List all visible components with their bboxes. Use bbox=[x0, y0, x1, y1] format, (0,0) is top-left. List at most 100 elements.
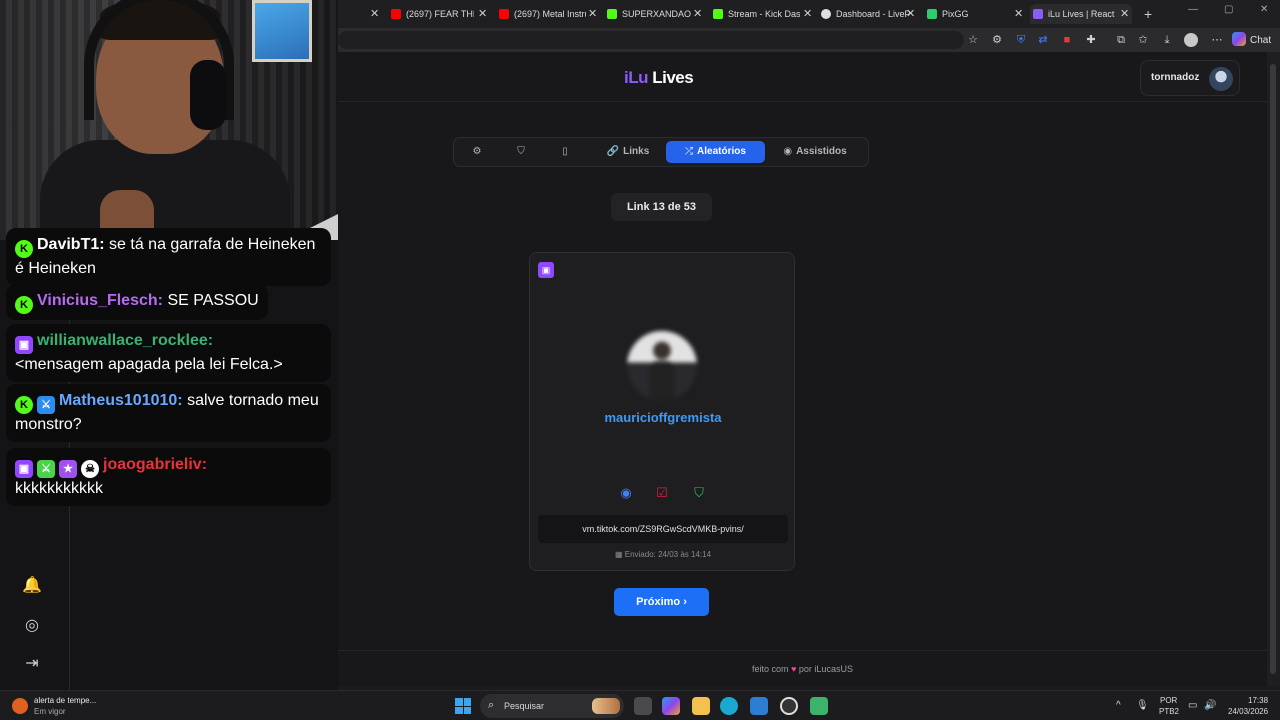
search-icon: ⌕ bbox=[488, 699, 495, 711]
profile-icon[interactable] bbox=[1184, 33, 1198, 47]
star-icon[interactable]: ☆ bbox=[966, 33, 980, 47]
app-logo[interactable]: iLu Lives bbox=[624, 68, 694, 88]
more-options-icon[interactable]: ⋯ bbox=[1210, 33, 1224, 47]
twitch-badge-icon: ▣ bbox=[15, 460, 33, 478]
lifebuoy-icon[interactable]: ◎ bbox=[22, 616, 42, 636]
split-screen-icon[interactable]: ⧉ bbox=[1114, 33, 1128, 47]
tab-links[interactable]: 🔗 Links bbox=[600, 141, 656, 163]
username: tornnadoz bbox=[1151, 72, 1200, 83]
copilot-chat-button[interactable]: Chat bbox=[1232, 32, 1271, 49]
obs-icon[interactable] bbox=[780, 697, 798, 715]
copilot-icon bbox=[1232, 32, 1246, 46]
maximize-icon[interactable]: ▢ bbox=[1224, 4, 1233, 15]
browser-tab[interactable]: Stream - Kick Dashb bbox=[710, 4, 800, 24]
close-tab-icon[interactable]: ✕ bbox=[1120, 4, 1129, 24]
chat-user: Matheus101010: bbox=[59, 392, 183, 409]
scrollbar[interactable] bbox=[1267, 52, 1280, 686]
edge-icon[interactable] bbox=[720, 697, 738, 715]
tab-assistidos[interactable]: ◉ Assistidos bbox=[772, 141, 858, 163]
chat-text: kkkkkkkkkkk bbox=[15, 480, 103, 497]
shield-check-icon[interactable]: ⛉ bbox=[691, 485, 707, 501]
network-icon[interactable]: ▭ bbox=[1188, 700, 1197, 711]
overlay-chat: 🔔 ◎ ⇥ K DavibT1: se tá na garrafa de Hein… bbox=[0, 228, 338, 690]
page-content: iLu Lives tornnadoz ⚙ ⛉ ▯ 🔗 Links ⤮ Aleató… bbox=[338, 52, 1267, 686]
tablet-icon: ▯ bbox=[562, 146, 568, 157]
browser-tab[interactable]: (2697) FEAR THE CL bbox=[388, 4, 474, 24]
logout-icon[interactable]: ⇥ bbox=[22, 654, 42, 674]
globe-icon bbox=[821, 9, 831, 19]
eye-icon: ◉ bbox=[783, 146, 793, 157]
user-menu[interactable]: tornnadoz bbox=[1140, 60, 1240, 96]
volume-icon[interactable]: 🔊 bbox=[1204, 700, 1216, 711]
microphone-icon[interactable]: 🎙 bbox=[1136, 700, 1149, 711]
user-avatar bbox=[627, 331, 697, 401]
avatar bbox=[1209, 67, 1233, 91]
new-tab-icon[interactable]: + bbox=[1144, 4, 1152, 24]
close-tab-icon[interactable]: ✕ bbox=[588, 4, 597, 24]
tab-moderation[interactable]: ⛉ bbox=[510, 141, 536, 163]
tab-settings[interactable]: ⚙ bbox=[466, 141, 492, 163]
extension-icon[interactable]: ⚙ bbox=[990, 33, 1004, 47]
address-bar[interactable] bbox=[338, 31, 964, 49]
close-tab-icon[interactable]: ✕ bbox=[1014, 4, 1023, 24]
chat-message: K ⚔ Matheus101010: salve tornado meu monst… bbox=[6, 384, 331, 442]
weather-alert-icon bbox=[12, 698, 28, 714]
clock-date[interactable]: 24/03/2026 bbox=[1228, 707, 1268, 716]
close-tab-icon[interactable]: ✕ bbox=[693, 4, 702, 24]
twitch-badge-icon: ▣ bbox=[15, 336, 33, 354]
tab-aleatorios[interactable]: ⤮ Aleatórios bbox=[666, 141, 765, 163]
close-tab-icon[interactable]: ✕ bbox=[906, 4, 915, 24]
download-icon[interactable]: ⤓ bbox=[1160, 33, 1174, 47]
card-username[interactable]: mauricioffgremista bbox=[530, 410, 796, 425]
twitch-icon: ▣ bbox=[538, 262, 554, 278]
kick-icon bbox=[607, 9, 617, 19]
windows-start-icon[interactable] bbox=[455, 698, 471, 714]
sword-badge-icon: ⚔ bbox=[37, 396, 55, 414]
star-badge-icon: ★ bbox=[59, 460, 77, 478]
browser-tab[interactable]: Dashboard - LivePix bbox=[818, 4, 910, 24]
kick-badge-icon: K bbox=[15, 396, 33, 414]
next-button[interactable]: Próximo › bbox=[614, 588, 709, 616]
window-controls: — ▢ ✕ bbox=[1180, 4, 1280, 24]
close-window-icon[interactable]: ✕ bbox=[1260, 4, 1268, 15]
browser-tab-active[interactable]: iLu Lives | React bbox=[1030, 4, 1132, 24]
clock-time[interactable]: 17:38 bbox=[1248, 696, 1268, 705]
office-icon[interactable]: ■ bbox=[1060, 33, 1074, 47]
mark-checkbox-icon[interactable]: ☑ bbox=[654, 485, 670, 501]
pixgg-icon bbox=[927, 9, 937, 19]
shield-icon: ⛉ bbox=[517, 146, 525, 157]
browser-toolbar: ☆ ⚙ ⛨ ⇄ ■ ✚ ⧉ ✩ ⤓ ⋯ Chat bbox=[338, 28, 1280, 52]
watch-eye-icon[interactable]: ◉ bbox=[618, 485, 634, 501]
task-view-icon[interactable] bbox=[634, 697, 652, 715]
taskbar: alerta de tempe... Em vigor ⌕ Pesquisar … bbox=[0, 690, 1280, 720]
chat-app-icon[interactable] bbox=[810, 697, 828, 715]
bell-icon[interactable]: 🔔 bbox=[22, 576, 42, 596]
close-tab-icon[interactable]: ✕ bbox=[370, 4, 379, 24]
youtube-icon bbox=[391, 9, 401, 19]
photos-icon[interactable] bbox=[750, 697, 768, 715]
chat-user: joaogabrieliv: bbox=[103, 456, 208, 473]
close-tab-icon[interactable]: ✕ bbox=[478, 4, 487, 24]
browser-tab[interactable]: (2697) Metal Instru bbox=[496, 4, 586, 24]
taskbar-search[interactable]: ⌕ Pesquisar bbox=[480, 694, 624, 718]
close-tab-icon[interactable]: ✕ bbox=[803, 4, 812, 24]
weather-widget[interactable]: alerta de tempe... Em vigor bbox=[12, 694, 132, 718]
browser-tab[interactable]: PixGG bbox=[924, 4, 1014, 24]
file-explorer-icon[interactable] bbox=[692, 697, 710, 715]
shield-extension-icon[interactable]: ⛨ bbox=[1014, 33, 1028, 47]
card-link[interactable]: vm.tiktok.com/ZS9RGwScdVMKB-pvins/ bbox=[538, 515, 788, 543]
browser-tab[interactable]: SUPERXANDAO Stre bbox=[604, 4, 692, 24]
translate-icon[interactable]: ⇄ bbox=[1036, 33, 1050, 47]
nav-tabs: ⚙ ⛉ ▯ 🔗 Links ⤮ Aleatórios ◉ Assistidos bbox=[453, 137, 869, 167]
chat-user: DavibT1: bbox=[37, 236, 105, 253]
tab-device[interactable]: ▯ bbox=[554, 141, 580, 163]
favorites-icon[interactable]: ✩ bbox=[1136, 33, 1150, 47]
minimize-icon[interactable]: — bbox=[1188, 4, 1198, 15]
copilot-icon[interactable] bbox=[662, 697, 680, 715]
link-card: ▣ mauricioffgremista ◉ ☑ ⛉ vm.tiktok.com… bbox=[529, 252, 795, 571]
chevron-up-icon[interactable]: ^ bbox=[1116, 700, 1121, 711]
card-actions: ◉ ☑ ⛉ bbox=[530, 485, 796, 501]
webcam-feed bbox=[0, 0, 338, 240]
puzzle-icon[interactable]: ✚ bbox=[1084, 33, 1098, 47]
kick-icon bbox=[713, 9, 723, 19]
